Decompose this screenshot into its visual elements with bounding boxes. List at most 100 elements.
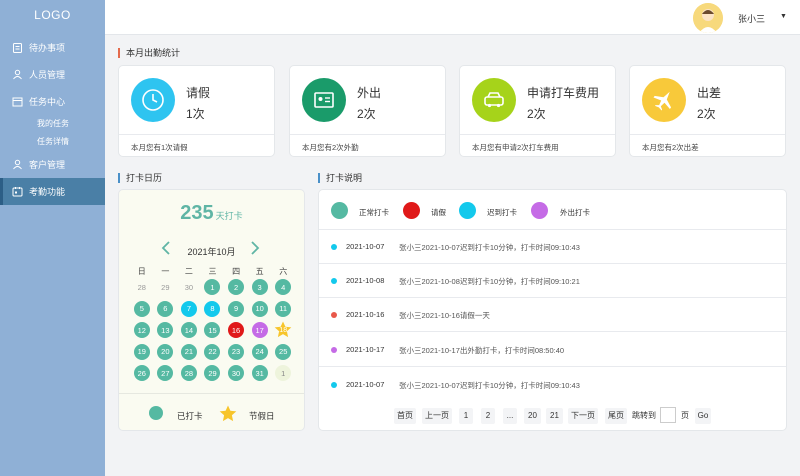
calendar-day[interactable]: 25 (275, 343, 292, 360)
stat-card-taxi[interactable]: 申请打车费用 2次 本月您有申请2次打车费用 (459, 65, 616, 157)
legend-dot-late (459, 202, 476, 219)
top-header: 张小三 ▼ (105, 0, 800, 35)
record-date: 2021-10-16 (346, 310, 385, 319)
stat-card-footer: 本月您有1次请假 (119, 134, 274, 153)
sidebar-subitem-my-tasks[interactable]: 我的任务 (0, 115, 105, 133)
record-text: 张小三2021-10-08迟到打卡10分钟，打卡时间09:10:21 (399, 277, 580, 286)
sidebar: LOGO 待办事项 人员管理 任务中心 我的任务 任务详情 客户管理 考勤功能 (0, 0, 105, 476)
record-status-dot (331, 278, 337, 284)
calendar-day[interactable]: 5 (133, 300, 150, 317)
stat-card-trip[interactable]: 出差 2次 本月您有2次出差 (629, 65, 786, 157)
calendar-day[interactable]: 19 (133, 343, 150, 360)
calendar-day[interactable]: 9 (228, 300, 245, 317)
calendar-day-holiday[interactable]: 18 (274, 321, 292, 338)
page-21-button[interactable]: 21 (546, 408, 563, 424)
weekday-label: 一 (161, 267, 170, 276)
stat-card-title: 申请打车费用 (527, 86, 600, 100)
logo: LOGO (34, 8, 71, 22)
page-unit-label: 页 (681, 411, 689, 420)
legend-label-normal: 正常打卡 (359, 208, 389, 217)
record-date: 2021-10-17 (346, 345, 385, 354)
calendar-day[interactable]: 30 (228, 365, 245, 381)
username[interactable]: 张小三 (738, 12, 765, 25)
star-icon (219, 405, 237, 424)
info-section-title: 打卡说明 (318, 173, 362, 183)
stat-card-count: 2次 (357, 107, 376, 121)
record-status-dot (331, 382, 337, 388)
calendar-day[interactable]: 3 (251, 279, 268, 295)
calendar-day[interactable]: 8 (204, 300, 221, 317)
record-status-dot (331, 312, 337, 318)
sidebar-subitem-task-detail[interactable]: 任务详情 (0, 133, 105, 151)
legend-label-out: 外出打卡 (560, 208, 590, 217)
calendar-day[interactable]: 28 (134, 279, 150, 295)
calendar-day[interactable]: 15 (204, 322, 221, 338)
go-button[interactable]: Go (695, 408, 711, 424)
calendar-day[interactable]: 6 (157, 300, 174, 317)
calendar-day[interactable]: 4 (275, 279, 292, 295)
weekday-label: 二 (184, 267, 193, 276)
calendar-days: 28 29 30 1 2 3 4 5 6 7 8 9 10 11 12 13 14 15 16 17 18 19 20 21 2… (130, 279, 295, 381)
user-avatar-icon[interactable] (693, 3, 723, 33)
page-1-button[interactable]: 1 (459, 408, 473, 424)
calendar-day[interactable]: 21 (180, 343, 197, 360)
stat-card-count: 2次 (697, 107, 716, 121)
chevron-right-icon[interactable] (250, 241, 260, 258)
sidebar-item-attendance[interactable]: 考勤功能 (0, 178, 105, 205)
calendar-day-number: 18 (279, 326, 288, 334)
next-page-button[interactable]: 下一页 (568, 408, 598, 424)
first-page-button[interactable]: 首页 (394, 408, 416, 424)
stat-card-footer: 本月您有申请2次打车费用 (460, 134, 615, 153)
last-page-button[interactable]: 尾页 (605, 408, 627, 424)
calendar-day[interactable]: 1 (275, 365, 292, 381)
punched-label: 已打卡 (177, 411, 203, 421)
calendar-day[interactable]: 14 (180, 322, 197, 338)
sidebar-item-label: 客户管理 (29, 160, 66, 170)
sidebar-item-staff[interactable]: 人员管理 (0, 61, 105, 88)
punch-record: 2021-10-17 张小三2021-10-17出外勤打卡，打卡时间08:50:… (319, 333, 786, 367)
stat-card-leave[interactable]: 请假 1次 本月您有1次请假 (118, 65, 275, 157)
sidebar-item-tasks[interactable]: 任务中心 (0, 88, 105, 115)
calendar-day[interactable]: 20 (157, 343, 174, 360)
calendar-day[interactable]: 16 (228, 322, 245, 338)
sidebar-item-customers[interactable]: 客户管理 (0, 151, 105, 178)
punch-calendar: 235 天打卡 2021年10月 日一二三四五六 28 29 30 1 2 3 4 5 6 7 8 9 1… (118, 189, 305, 431)
weekday-label: 五 (255, 267, 264, 276)
sidebar-item-label: 人员管理 (29, 70, 66, 80)
calendar-day[interactable]: 11 (275, 300, 292, 317)
calendar-day[interactable]: 29 (204, 365, 221, 381)
calendar-day[interactable]: 28 (180, 365, 197, 381)
calendar-day[interactable]: 12 (133, 322, 150, 338)
record-text: 张小三2021-10-07迟到打卡10分钟，打卡时间09:10:43 (399, 243, 580, 252)
calendar-day[interactable]: 13 (157, 322, 174, 338)
calendar-day[interactable]: 17 (251, 322, 268, 338)
stat-card-count: 2次 (527, 107, 546, 121)
calendar-day[interactable]: 31 (251, 365, 268, 381)
prev-page-button[interactable]: 上一页 (422, 408, 452, 424)
calendar-day[interactable]: 27 (157, 365, 174, 381)
page-20-button[interactable]: 20 (524, 408, 541, 424)
calendar-day[interactable]: 26 (133, 365, 150, 381)
calendar-day[interactable]: 24 (251, 343, 268, 360)
holiday-label: 节假日 (249, 411, 275, 421)
record-text: 张小三2021-10-16请假一天 (399, 311, 490, 320)
stat-card-title: 外出 (357, 86, 382, 100)
calendar-day[interactable]: 1 (204, 279, 221, 295)
goto-label: 跳转到 (632, 411, 656, 420)
calendar-day[interactable]: 10 (251, 300, 268, 317)
goto-page-input[interactable] (660, 407, 676, 423)
calendar-day[interactable]: 29 (157, 279, 173, 295)
page-2-button[interactable]: 2 (481, 408, 495, 424)
sidebar-item-todo[interactable]: 待办事项 (0, 34, 105, 61)
weekday-label: 三 (208, 267, 217, 276)
id-card-icon (302, 78, 346, 122)
weekday-label: 日 (137, 267, 146, 276)
calendar-day[interactable]: 30 (181, 279, 197, 295)
stat-card-out[interactable]: 外出 2次 本月您有2次外勤 (289, 65, 446, 157)
chevron-down-icon[interactable]: ▼ (780, 13, 787, 20)
record-date: 2021-10-08 (346, 276, 385, 285)
calendar-day[interactable]: 22 (204, 343, 221, 360)
calendar-day[interactable]: 7 (180, 300, 197, 317)
calendar-day[interactable]: 23 (228, 343, 245, 360)
calendar-day[interactable]: 2 (228, 279, 245, 295)
